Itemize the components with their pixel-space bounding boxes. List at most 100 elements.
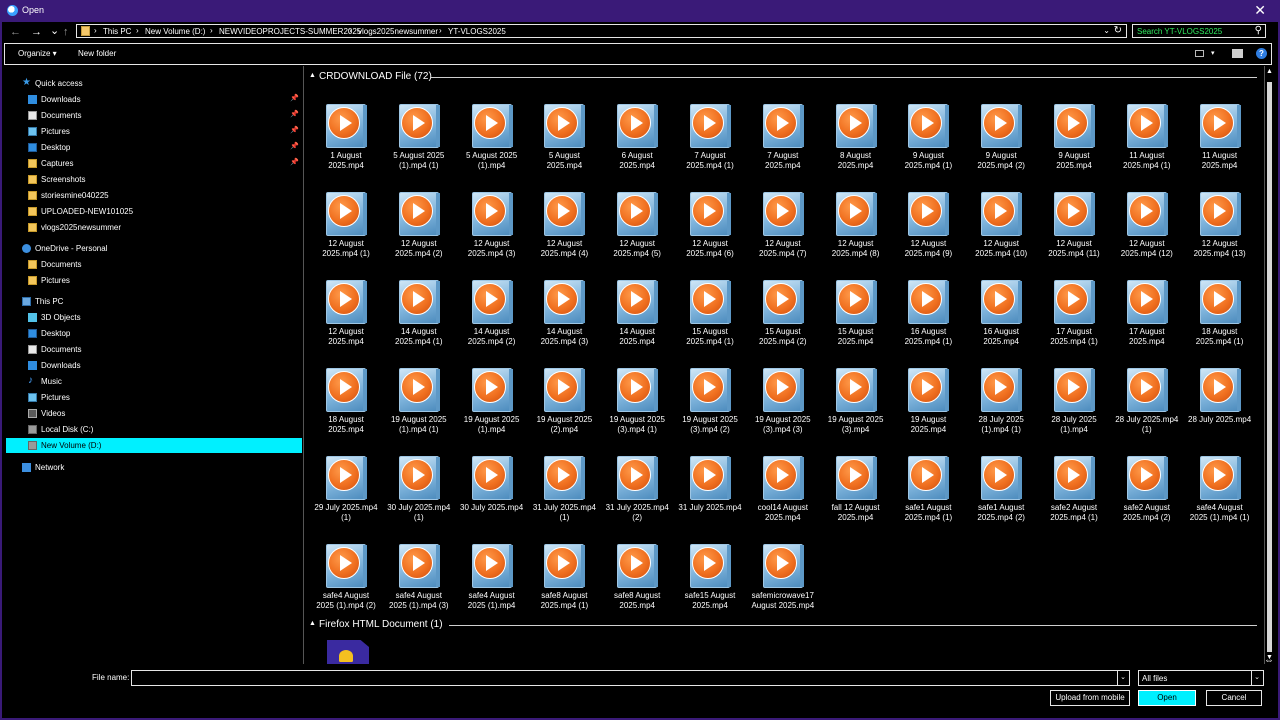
file-item[interactable]: 9 August 2025.mp4: [1039, 100, 1109, 186]
sidebar-item-pc-4[interactable]: ♪ Music: [6, 374, 302, 389]
breadcrumb-vlogs[interactable]: vlogs2025newsummer: [358, 27, 438, 36]
group-header-crdownload[interactable]: ▲ CRDOWNLOAD File (72): [309, 70, 1259, 84]
file-item[interactable]: 12 August 2025.mp4 (7): [748, 188, 818, 274]
file-item[interactable]: 14 August 2025.mp4: [602, 276, 672, 362]
firefox-html-file[interactable]: [327, 640, 371, 664]
file-item[interactable]: 12 August 2025.mp4 (10): [966, 188, 1036, 274]
breadcrumb-project[interactable]: NEWVIDEOPROJECTS-SUMMER2025: [219, 27, 361, 36]
file-item[interactable]: safe4 August 2025 (1).mp4 (2): [311, 540, 381, 626]
sidebar-item-quick-7[interactable]: UPLOADED-NEW101025: [6, 204, 302, 219]
file-item[interactable]: 12 August 2025.mp4 (9): [893, 188, 963, 274]
recent-locations-icon[interactable]: ⌄: [50, 24, 59, 37]
file-item[interactable]: safe4 August 2025 (1).mp4 (1): [1185, 452, 1255, 538]
file-item[interactable]: 12 August 2025.mp4 (5): [602, 188, 672, 274]
sidebar-item-quick-0[interactable]: Downloads 📌: [6, 92, 302, 107]
file-item[interactable]: 15 August 2025.mp4: [821, 276, 891, 362]
file-item[interactable]: 30 July 2025.mp4: [457, 452, 527, 538]
file-item[interactable]: 12 August 2025.mp4 (4): [529, 188, 599, 274]
close-icon[interactable]: ✕: [1254, 2, 1266, 19]
file-item[interactable]: 16 August 2025.mp4 (1): [893, 276, 963, 362]
file-item[interactable]: 17 August 2025.mp4: [1112, 276, 1182, 362]
file-item[interactable]: 12 August 2025.mp4 (12): [1112, 188, 1182, 274]
file-item[interactable]: 31 July 2025.mp4 (2): [602, 452, 672, 538]
sidebar-item-onedrive[interactable]: OneDrive - Personal: [6, 241, 302, 256]
breadcrumb-current[interactable]: YT-VLOGS2025: [448, 27, 506, 36]
file-item[interactable]: 29 July 2025.mp4 (1): [311, 452, 381, 538]
sidebar-item-quick-1[interactable]: Documents 📌: [6, 108, 302, 123]
search-box[interactable]: ⚲: [1132, 24, 1266, 38]
file-item[interactable]: 9 August 2025.mp4 (2): [966, 100, 1036, 186]
file-item[interactable]: 19 August 2025 (1).mp4 (1): [384, 364, 454, 450]
file-item[interactable]: 12 August 2025.mp4: [311, 276, 381, 362]
sidebar-item-onedrive-pictures[interactable]: Pictures: [6, 273, 302, 288]
new-folder-button[interactable]: New folder: [78, 49, 116, 58]
file-item[interactable]: safe4 August 2025 (1).mp4 (3): [384, 540, 454, 626]
file-item[interactable]: 15 August 2025.mp4 (2): [748, 276, 818, 362]
up-arrow-icon[interactable]: ↑: [63, 26, 69, 38]
change-view-icon[interactable]: [1195, 50, 1204, 57]
organize-button[interactable]: Organize ▾: [18, 49, 57, 58]
file-item[interactable]: 5 August 2025.mp4: [529, 100, 599, 186]
file-item[interactable]: 28 July 2025.mp4: [1185, 364, 1255, 450]
file-item[interactable]: 18 August 2025.mp4: [311, 364, 381, 450]
scrollbar-thumb[interactable]: [1267, 82, 1272, 652]
file-item[interactable]: 7 August 2025.mp4 (1): [675, 100, 745, 186]
file-item[interactable]: safe2 August 2025.mp4 (1): [1039, 452, 1109, 538]
file-item[interactable]: 15 August 2025.mp4 (1): [675, 276, 745, 362]
pane-divider[interactable]: [303, 66, 304, 664]
sidebar-item-network[interactable]: Network: [6, 460, 302, 475]
sidebar-item-quick-3[interactable]: Desktop 📌: [6, 140, 302, 155]
file-item[interactable]: 5 August 2025 (1).mp4: [457, 100, 527, 186]
file-item[interactable]: 5 August 2025 (1).mp4 (1): [384, 100, 454, 186]
sidebar-item-pc-8[interactable]: New Volume (D:): [6, 438, 302, 453]
breadcrumb-this-pc[interactable]: This PC: [103, 27, 131, 36]
pin-icon[interactable]: 📌: [290, 94, 299, 102]
vertical-scrollbar[interactable]: ▲ ▼: [1264, 66, 1275, 664]
chevron-down-icon[interactable]: ▾: [1211, 49, 1215, 57]
refresh-icon[interactable]: ↻: [1114, 25, 1122, 36]
cancel-button[interactable]: Cancel: [1206, 690, 1262, 706]
splitter-grip-icon[interactable]: ⇔: [1264, 655, 1274, 666]
file-item[interactable]: 28 July 2025 (1).mp4 (1): [966, 364, 1036, 450]
scroll-up-icon[interactable]: ▲: [1266, 68, 1273, 75]
file-item[interactable]: 12 August 2025.mp4 (11): [1039, 188, 1109, 274]
file-item[interactable]: 19 August 2025 (1).mp4: [457, 364, 527, 450]
breadcrumb-drive[interactable]: New Volume (D:): [145, 27, 205, 36]
sidebar-item-quick-5[interactable]: Screenshots: [6, 172, 302, 187]
file-item[interactable]: 8 August 2025.mp4: [821, 100, 891, 186]
file-item[interactable]: 31 July 2025.mp4: [675, 452, 745, 538]
sidebar-item-pc-1[interactable]: Desktop: [6, 326, 302, 341]
file-item[interactable]: safe8 August 2025.mp4: [602, 540, 672, 626]
back-arrow-icon[interactable]: ←: [10, 26, 21, 38]
file-item[interactable]: safemicrowave17 August 2025.mp4: [748, 540, 818, 626]
sidebar-item-pc-5[interactable]: Pictures: [6, 390, 302, 405]
file-item[interactable]: 31 July 2025.mp4 (1): [529, 452, 599, 538]
file-item[interactable]: 12 August 2025.mp4 (3): [457, 188, 527, 274]
file-item[interactable]: 12 August 2025.mp4 (8): [821, 188, 891, 274]
search-icon[interactable]: ⚲: [1255, 25, 1262, 36]
file-item[interactable]: fall 12 August 2025.mp4: [821, 452, 891, 538]
file-item[interactable]: safe1 August 2025.mp4 (2): [966, 452, 1036, 538]
file-item[interactable]: safe8 August 2025.mp4 (1): [529, 540, 599, 626]
file-item[interactable]: 14 August 2025.mp4 (1): [384, 276, 454, 362]
sidebar-item-pc-0[interactable]: 3D Objects: [6, 310, 302, 325]
chevron-down-icon[interactable]: ⌄: [1251, 671, 1262, 685]
file-item[interactable]: 6 August 2025.mp4: [602, 100, 672, 186]
sidebar-item-pc-7[interactable]: Local Disk (C:): [6, 422, 302, 437]
collapse-chevron-icon[interactable]: ▲: [309, 72, 316, 79]
sidebar-item-quick-4[interactable]: Captures 📌: [6, 156, 302, 171]
pin-icon[interactable]: 📌: [290, 158, 299, 166]
file-item[interactable]: 19 August 2025 (3).mp4 (3): [748, 364, 818, 450]
file-type-select[interactable]: All files ⌄: [1138, 670, 1264, 686]
file-item[interactable]: 12 August 2025.mp4 (1): [311, 188, 381, 274]
preview-pane-icon[interactable]: [1232, 49, 1243, 58]
file-item[interactable]: 28 July 2025 (1).mp4: [1039, 364, 1109, 450]
chevron-down-icon[interactable]: ⌄: [1103, 26, 1110, 35]
file-item[interactable]: 12 August 2025.mp4 (6): [675, 188, 745, 274]
file-item[interactable]: 19 August 2025 (3).mp4 (2): [675, 364, 745, 450]
upload-from-mobile-button[interactable]: Upload from mobile: [1050, 690, 1130, 706]
sidebar-item-quick-8[interactable]: vlogs2025newsummer: [6, 220, 302, 235]
file-name-field[interactable]: ⌄: [131, 670, 1130, 687]
file-item[interactable]: 11 August 2025.mp4: [1185, 100, 1255, 186]
file-item[interactable]: 9 August 2025.mp4 (1): [893, 100, 963, 186]
